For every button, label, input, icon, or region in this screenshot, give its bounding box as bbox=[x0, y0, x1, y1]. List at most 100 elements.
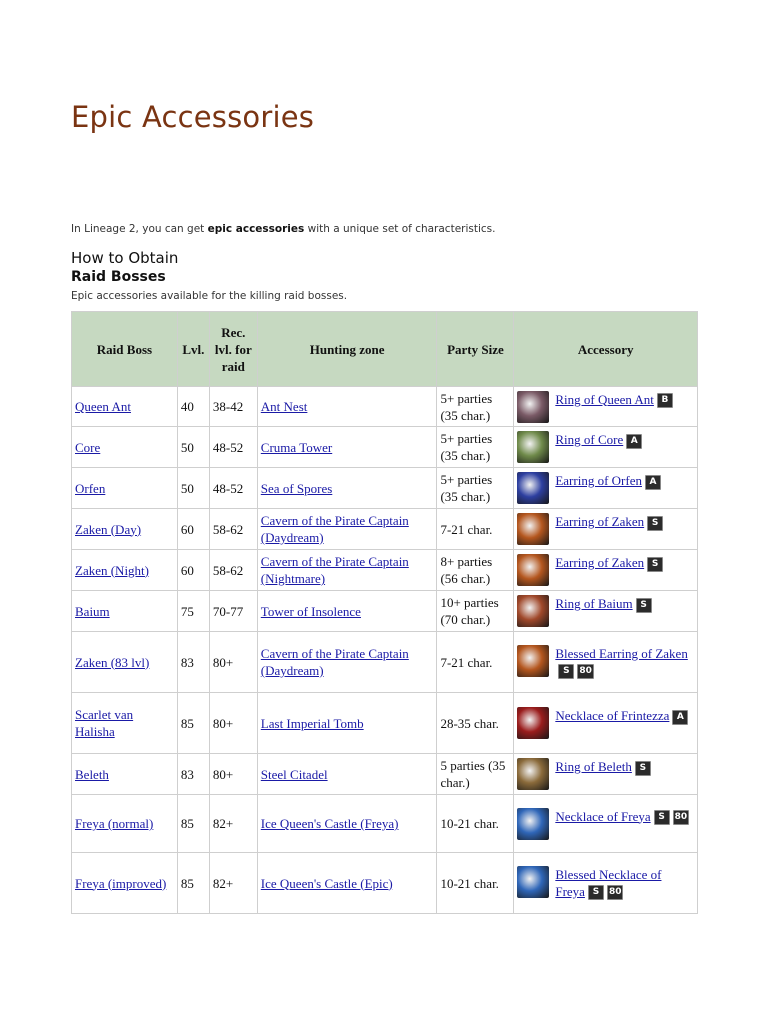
rec-lvl-cell: 38-42 bbox=[208, 386, 258, 427]
hunting-zone-cell: Ice Queen's Castle (Epic) bbox=[256, 852, 438, 914]
accessory-link[interactable]: Ring of Beleth bbox=[555, 759, 632, 774]
hunting-zone-link[interactable]: Ant Nest bbox=[261, 399, 308, 414]
raid-boss-link[interactable]: Queen Ant bbox=[75, 399, 131, 414]
raid-boss-link[interactable]: Baium bbox=[75, 604, 110, 619]
raid-boss-link[interactable]: Scarlet van Halisha bbox=[75, 707, 133, 739]
ring-icon bbox=[517, 390, 550, 423]
party-size-cell: 7-21 char. bbox=[436, 631, 515, 693]
party-size-cell: 5+ parties (35 char.) bbox=[436, 467, 515, 509]
accessory-cell: Blessed Earring of Zaken S 80 bbox=[513, 631, 698, 693]
raid-boss-cell: Core bbox=[71, 426, 178, 468]
hunting-zone-link[interactable]: Cruma Tower bbox=[261, 440, 332, 455]
accessory-link[interactable]: Earring of Orfen bbox=[555, 473, 642, 488]
table-body: Queen Ant 40 38-42 Ant Nest 5+ parties (35 c… bbox=[71, 386, 698, 914]
raid-boss-link[interactable]: Freya (improved) bbox=[75, 876, 166, 891]
accessory-cell: Earring of Zaken S bbox=[513, 508, 698, 550]
raid-bosses-description: Epic accessories available for the killi… bbox=[71, 290, 348, 302]
raid-boss-link[interactable]: Zaken (Day) bbox=[75, 522, 141, 537]
raid-boss-cell: Zaken (Night) bbox=[71, 549, 178, 591]
rec-lvl-cell: 82+ bbox=[208, 852, 258, 914]
hunting-zone-link[interactable]: Ice Queen's Castle (Freya) bbox=[261, 816, 399, 831]
raid-boss-link[interactable]: Zaken (Night) bbox=[75, 563, 149, 578]
table-row: Baium 75 70-77 Tower of Insolence 10+ partie… bbox=[71, 590, 698, 632]
lvl-cell: 60 bbox=[176, 508, 210, 550]
raid-boss-link[interactable]: Zaken (83 lvl) bbox=[75, 655, 149, 670]
intro-bold: epic accessories bbox=[207, 223, 305, 235]
lvl-cell: 50 bbox=[176, 426, 210, 468]
earring-icon bbox=[517, 644, 550, 677]
accessory-link[interactable]: Earring of Zaken bbox=[555, 514, 644, 529]
how-to-obtain-heading: How to Obtain bbox=[71, 249, 179, 267]
raid-boss-link[interactable]: Freya (normal) bbox=[75, 816, 153, 831]
hunting-zone-cell: Last Imperial Tomb bbox=[256, 692, 438, 754]
grade-badge: B bbox=[656, 393, 673, 409]
rec-lvl-cell: 58-62 bbox=[208, 549, 258, 591]
grade-badge: S bbox=[653, 810, 670, 826]
hunting-zone-link[interactable]: Last Imperial Tomb bbox=[261, 716, 364, 731]
ring-icon bbox=[517, 431, 550, 463]
grade-badge: S bbox=[647, 515, 664, 531]
party-size-cell: 5 parties (35 char.) bbox=[436, 753, 515, 795]
raid-boss-cell: Scarlet van Halisha bbox=[71, 692, 178, 754]
accessory-cell: Ring of Core A bbox=[513, 426, 698, 468]
raid-boss-link[interactable]: Core bbox=[75, 440, 100, 455]
hunting-zone-cell: Ant Nest bbox=[256, 386, 438, 427]
hunting-zone-link[interactable]: Cavern of the Pirate Captain (Nightmare) bbox=[261, 554, 409, 586]
intro-text: In Lineage 2, you can get epic accessori… bbox=[71, 223, 496, 235]
header-rec-lvl: Rec. lvl. for raid bbox=[208, 311, 258, 387]
accessory-link[interactable]: Earring of Zaken bbox=[555, 555, 644, 570]
lvl-cell: 83 bbox=[176, 631, 210, 693]
grade-badge: S bbox=[558, 664, 575, 680]
rec-lvl-cell: 70-77 bbox=[208, 590, 258, 632]
accessory-link[interactable]: Ring of Core bbox=[555, 432, 623, 447]
party-size-cell: 5+ parties (35 char.) bbox=[436, 386, 515, 427]
accessory-link[interactable]: Ring of Queen Ant bbox=[555, 392, 654, 407]
rec-lvl-cell: 58-62 bbox=[208, 508, 258, 550]
hunting-zone-cell: Tower of Insolence bbox=[256, 590, 438, 632]
table-row: Zaken (83 lvl) 83 80+ Cavern of the Pirate … bbox=[71, 631, 698, 693]
raid-boss-link[interactable]: Beleth bbox=[75, 767, 109, 782]
table-row: Freya (normal) 85 82+ Ice Queen's Castle (F… bbox=[71, 794, 698, 853]
hunting-zone-cell: Cavern of the Pirate Captain (Daydream) bbox=[256, 631, 438, 693]
accessory-cell: Earring of Orfen A bbox=[513, 467, 698, 509]
raid-boss-link[interactable]: Orfen bbox=[75, 481, 105, 496]
accessory-link[interactable]: Ring of Baium bbox=[555, 596, 632, 611]
table-row: Orfen 50 48-52 Sea of Spores 5+ parties (35 … bbox=[71, 467, 698, 509]
accessory-cell: Blessed Necklace of Freya S 80 bbox=[513, 852, 698, 914]
lvl-cell: 85 bbox=[176, 794, 210, 853]
raid-boss-cell: Zaken (83 lvl) bbox=[71, 631, 178, 693]
earring-icon bbox=[517, 513, 550, 545]
table-row: Zaken (Night) 60 58-62 Cavern of the Pirate… bbox=[71, 549, 698, 591]
raid-bosses-table: Raid Boss Lvl. Rec. lvl. for raid Huntin… bbox=[71, 311, 698, 914]
accessory-cell: Ring of Baium S bbox=[513, 590, 698, 632]
grade-badge: A bbox=[626, 433, 643, 449]
hunting-zone-link[interactable]: Cavern of the Pirate Captain (Daydream) bbox=[261, 513, 409, 545]
earring-icon bbox=[517, 472, 550, 504]
rec-lvl-cell: 48-52 bbox=[208, 467, 258, 509]
hunting-zone-cell: Steel Citadel bbox=[256, 753, 438, 795]
rec-lvl-cell: 80+ bbox=[208, 631, 258, 693]
ring-icon bbox=[517, 595, 550, 627]
accessory-link[interactable]: Necklace of Frintezza bbox=[555, 708, 669, 723]
hunting-zone-link[interactable]: Cavern of the Pirate Captain (Daydream) bbox=[261, 646, 409, 678]
hunting-zone-link[interactable]: Tower of Insolence bbox=[261, 604, 361, 619]
hunting-zone-link[interactable]: Steel Citadel bbox=[261, 767, 328, 782]
hunting-zone-link[interactable]: Ice Queen's Castle (Epic) bbox=[261, 876, 393, 891]
hunting-zone-link[interactable]: Sea of Spores bbox=[261, 481, 333, 496]
hunting-zone-cell: Cruma Tower bbox=[256, 426, 438, 468]
rec-lvl-cell: 80+ bbox=[208, 692, 258, 754]
raid-boss-cell: Zaken (Day) bbox=[71, 508, 178, 550]
raid-boss-cell: Freya (improved) bbox=[71, 852, 178, 914]
table-row: Zaken (Day) 60 58-62 Cavern of the Pirate C… bbox=[71, 508, 698, 550]
page-title: Epic Accessories bbox=[71, 100, 315, 134]
table-row: Freya (improved) 85 82+ Ice Queen's Castle … bbox=[71, 852, 698, 914]
accessory-link[interactable]: Blessed Earring of Zaken bbox=[555, 646, 687, 661]
header-hunting-zone: Hunting zone bbox=[256, 311, 438, 387]
table-row: Queen Ant 40 38-42 Ant Nest 5+ parties (35 c… bbox=[71, 386, 698, 427]
grade-badge: S bbox=[634, 760, 651, 776]
hunting-zone-cell: Sea of Spores bbox=[256, 467, 438, 509]
grade-badge: A bbox=[644, 474, 661, 490]
accessory-link[interactable]: Necklace of Freya bbox=[555, 809, 650, 824]
lvl-cell: 50 bbox=[176, 467, 210, 509]
party-size-cell: 28-35 char. bbox=[436, 692, 515, 754]
